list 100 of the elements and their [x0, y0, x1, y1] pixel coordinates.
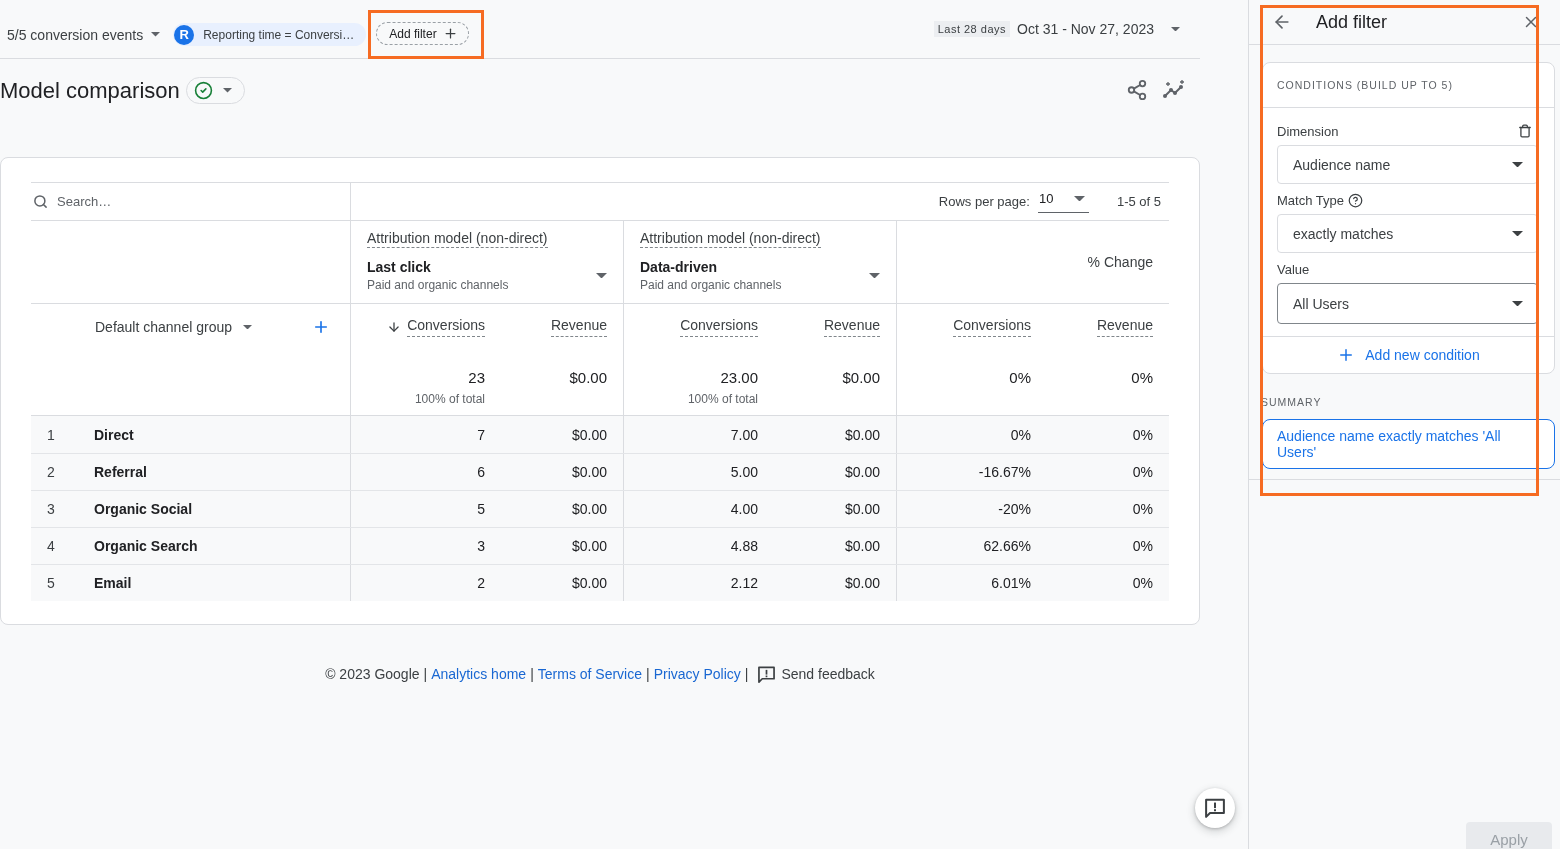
add-condition-button[interactable]: Add new condition	[1337, 346, 1480, 364]
table-cell-text: $0.00	[570, 500, 608, 519]
group-heading: % Change	[1087, 254, 1153, 270]
table-cell-text: $0.00	[570, 574, 608, 593]
filter-chip-label: Reporting time = Conversi…	[203, 27, 355, 42]
channel-cell-text: Email	[94, 574, 133, 593]
channel-cell-text: Direct	[94, 425, 135, 445]
select-field[interactable]: All Users	[1277, 283, 1538, 324]
table-cell-text: 0%	[1131, 463, 1154, 482]
column-header[interactable]: Conversions	[387, 316, 485, 337]
field-label: Value	[1277, 261, 1310, 277]
row-index: 2	[46, 463, 56, 482]
share-icon[interactable]	[1126, 79, 1148, 101]
section-heading: CONDITIONS (BUILD UP TO 5)	[1263, 63, 1554, 108]
plus-icon	[442, 26, 458, 41]
separator-text: |	[423, 665, 428, 684]
date-preset-tag: Last 28 days	[933, 21, 1011, 37]
total-value: 23.00	[720, 368, 758, 388]
total-value: $0.00	[842, 368, 880, 388]
caret-icon	[1512, 161, 1523, 168]
table-cell-text: $0.00	[570, 463, 608, 482]
total-value: 23	[468, 368, 485, 388]
avatar-letter: R	[174, 24, 195, 45]
caret-icon	[1073, 195, 1085, 201]
feedback-button[interactable]	[1195, 788, 1235, 828]
sparkle-line-chart-icon[interactable]	[1162, 80, 1186, 100]
model-name[interactable]: Data-driven	[640, 258, 782, 276]
panel-title: Add filter	[1316, 11, 1389, 33]
channel-cell-text: Organic Search	[94, 537, 199, 556]
column-header[interactable]: Conversions	[953, 316, 1031, 337]
table-cell: 2	[350, 565, 501, 601]
table-cell-text: 0%	[1131, 500, 1154, 519]
table-cell-text: 0%	[1131, 537, 1154, 556]
trash-icon[interactable]	[1518, 124, 1532, 138]
table-cell-text: $0.00	[843, 425, 881, 445]
group-heading: Attribution model (non-direct)	[640, 229, 821, 248]
column-header[interactable]: Revenue	[550, 316, 607, 337]
rows-per-page-label: Rows per page:	[938, 194, 1030, 209]
section-heading: SUMMARY	[1261, 396, 1323, 408]
row-index: 5	[46, 574, 56, 593]
add-dimension-icon[interactable]	[312, 318, 330, 336]
row-index: 4	[46, 537, 56, 556]
date-range-dropdown[interactable]: Oct 31 - Nov 27, 2023	[1017, 21, 1180, 37]
channel-cell-text: Referral	[94, 463, 148, 482]
caret-icon	[1512, 230, 1523, 237]
field-label: Match Type	[1277, 192, 1344, 208]
model-scope: Paid and organic channels	[367, 278, 509, 293]
caret-icon	[243, 324, 252, 330]
page-title: Model comparison	[0, 77, 180, 104]
table-cell-text: $0.00	[570, 537, 608, 556]
row-index: 1	[46, 425, 56, 445]
table-cell-text: $0.00	[843, 500, 881, 519]
column-header[interactable]: Revenue	[1096, 316, 1153, 337]
model-scope: Paid and organic channels	[640, 278, 782, 293]
select-field[interactable]: exactly matches	[1277, 214, 1538, 253]
separator-text: |	[744, 665, 749, 684]
total-note: 100% of total	[414, 392, 485, 406]
footer-link[interactable]: Analytics home	[431, 664, 527, 684]
row-index: 3	[46, 500, 56, 519]
caret-icon	[222, 88, 232, 93]
channel-cell-text: Organic Social	[94, 500, 194, 519]
total-value: $0.00	[569, 368, 607, 388]
caret-icon	[1512, 300, 1523, 307]
help-icon[interactable]	[1347, 192, 1363, 208]
filter-chip[interactable]: R Reporting time = Conversi…	[173, 23, 367, 46]
table-cell-text: $0.00	[843, 574, 881, 593]
table-cell-text: $0.00	[843, 463, 881, 482]
send-feedback-link[interactable]: Send feedback	[758, 664, 875, 684]
footer-link[interactable]: Terms of Service	[537, 664, 642, 684]
feedback-icon	[758, 665, 776, 683]
caret-icon	[869, 272, 880, 279]
total-value: 0%	[1009, 368, 1031, 388]
table-cell-text: $0.00	[570, 425, 608, 445]
footer-link[interactable]: Privacy Policy	[653, 664, 741, 684]
filter-summary: Audience name exactly matches 'All Users'	[1262, 419, 1555, 469]
caret-icon	[596, 272, 607, 279]
conversion-events-dropdown[interactable]: 5/5 conversion events	[7, 26, 161, 43]
table-cell: 2.12	[623, 565, 774, 601]
check-circle-icon	[193, 81, 213, 100]
table-cell-text: 0%	[1131, 425, 1154, 445]
field-label: Dimension	[1277, 123, 1339, 139]
search-field[interactable]: Search…	[57, 194, 287, 209]
table-cell-text: $0.00	[843, 537, 881, 556]
separator-text: |	[646, 665, 650, 684]
search-icon	[33, 194, 48, 209]
pagination-text: 1-5 of 5	[1116, 194, 1161, 209]
group-heading: Attribution model (non-direct)	[367, 229, 548, 248]
caret-icon	[151, 32, 161, 37]
table-cell: 6.01%	[896, 565, 1047, 601]
caret-icon	[1171, 26, 1180, 32]
select-field[interactable]: Audience name	[1277, 145, 1538, 184]
separator-text: |	[530, 665, 534, 684]
total-value: 0%	[1131, 368, 1153, 388]
copyright-text: © 2023 Google	[325, 665, 420, 684]
rows-per-page-select[interactable]: 10	[1037, 190, 1089, 213]
column-header[interactable]: Conversions	[680, 316, 758, 337]
dimension-dropdown[interactable]: Default channel group	[95, 319, 252, 335]
column-header[interactable]: Revenue	[823, 316, 880, 337]
model-name[interactable]: Last click	[367, 258, 509, 276]
total-note: 100% of total	[687, 392, 758, 406]
